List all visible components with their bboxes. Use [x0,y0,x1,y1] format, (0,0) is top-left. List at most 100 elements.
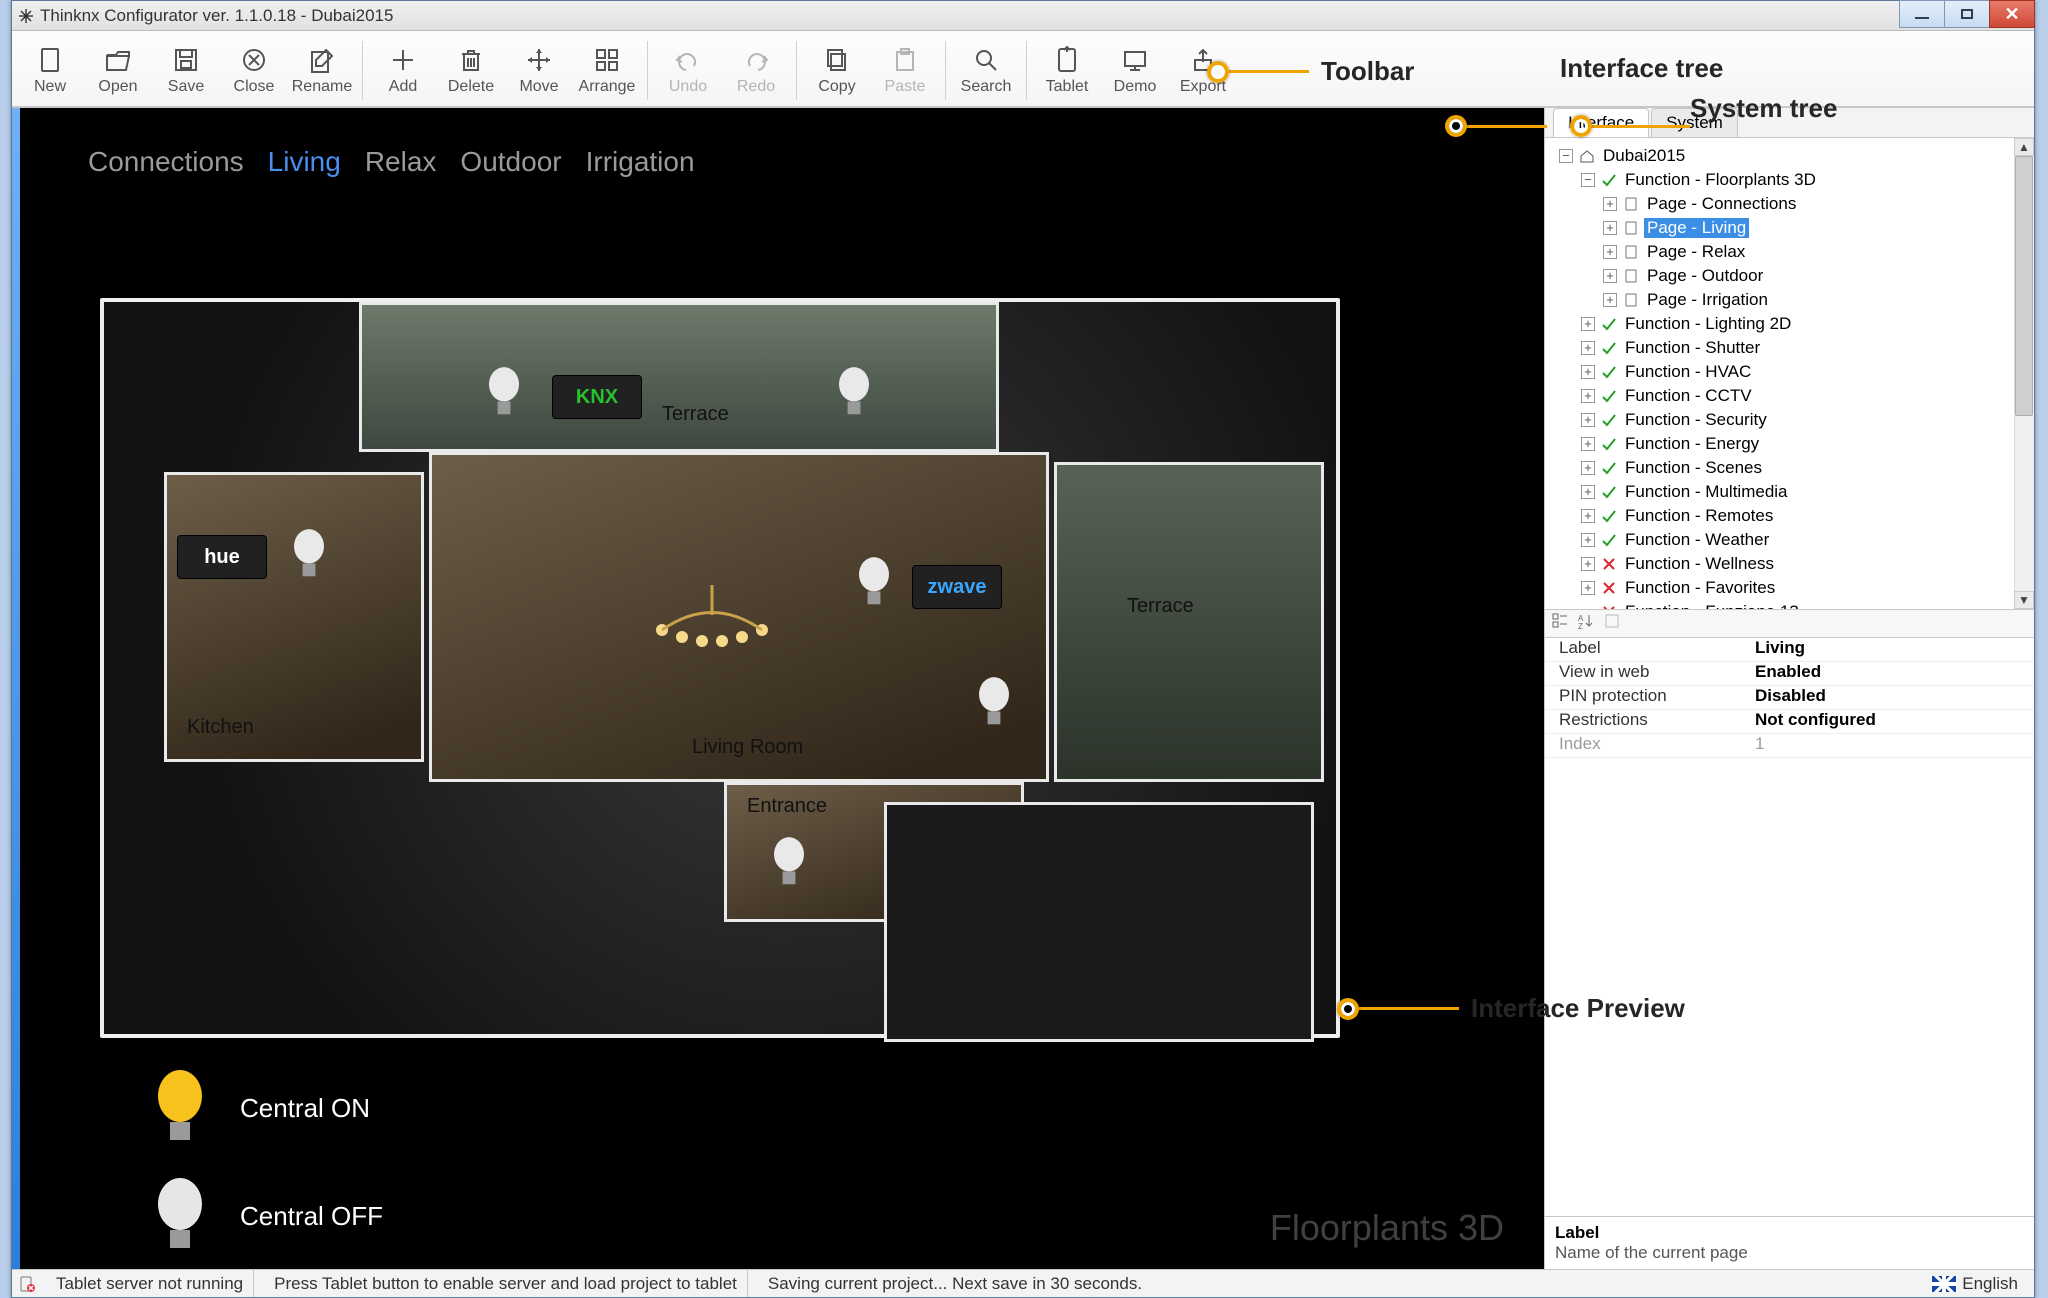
copy-button[interactable]: Copy [803,35,871,106]
add-button[interactable]: Add [369,35,437,106]
light-icon[interactable] [767,835,811,895]
tree-expander[interactable]: + [1581,341,1595,355]
close-button[interactable]: Close [220,35,288,106]
tree-function-lighting-2d[interactable]: +Function - Lighting 2D [1551,312,2034,336]
room-tab-living[interactable]: Living [268,146,341,178]
tree-function-remotes[interactable]: +Function - Remotes [1551,504,2034,528]
prop-row-restrictions[interactable]: RestrictionsNot configured [1545,710,2034,734]
badge-zwave[interactable]: zwave [912,565,1002,609]
light-icon[interactable] [482,365,526,425]
room-tab-connections[interactable]: Connections [88,146,244,178]
zone-living[interactable]: Living Room zwave [429,452,1049,782]
tree-expander[interactable]: + [1603,197,1617,211]
badge-hue[interactable]: hue [177,535,267,579]
scroll-thumb[interactable] [2015,156,2033,416]
light-icon[interactable] [972,675,1016,735]
tree-function-favorites[interactable]: +Function - Favorites [1551,576,2034,600]
tree-function-multimedia[interactable]: +Function - Multimedia [1551,480,2034,504]
demo-button[interactable]: Demo [1101,35,1169,106]
tree-expander[interactable] [1581,605,1595,610]
rename-button[interactable]: Rename [288,35,356,106]
zone-kitchen[interactable]: Kitchen hue [164,472,424,762]
zone-terrace-top[interactable]: Terrace KNX [359,302,999,452]
tree-page-irrigation[interactable]: +Page - Irrigation [1551,288,2034,312]
tree-function-funzione-13[interactable]: Function - Funzione 13 [1551,600,2034,610]
zone-lower[interactable] [884,802,1314,1042]
tree-expander[interactable]: + [1581,389,1595,403]
tree-expander[interactable]: + [1603,221,1617,235]
tree-expander[interactable]: + [1603,293,1617,307]
tree-page-connections[interactable]: +Page - Connections [1551,192,2034,216]
badge-knx[interactable]: KNX [552,375,642,419]
save-button[interactable]: Save [152,35,220,106]
tree-expander[interactable]: − [1581,173,1595,187]
categorize-icon[interactable] [1551,612,1569,635]
prop-value[interactable]: 1 [1755,734,2034,757]
tree-function-weather[interactable]: +Function - Weather [1551,528,2034,552]
new-button[interactable]: New [16,35,84,106]
light-icon[interactable] [852,555,896,615]
tree-function-energy[interactable]: +Function - Energy [1551,432,2034,456]
status-bar: Tablet server not running Press Tablet b… [12,1269,2034,1297]
tree-expander[interactable]: + [1603,245,1617,259]
tree-expander[interactable]: + [1581,485,1595,499]
prop-row-label[interactable]: LabelLiving [1545,638,2034,662]
prop-value[interactable]: Enabled [1755,662,2034,685]
zone-terrace-right[interactable]: Terrace [1054,462,1324,782]
room-tab-outdoor[interactable]: Outdoor [460,146,561,178]
tree-page-living[interactable]: +Page - Living [1551,216,2034,240]
prop-row-index[interactable]: Index1 [1545,734,2034,758]
open-button[interactable]: Open [84,35,152,106]
prop-value[interactable]: Living [1755,638,2034,661]
prop-row-view-in-web[interactable]: View in webEnabled [1545,662,2034,686]
tablet-button[interactable]: Tablet [1033,35,1101,106]
tree-expander[interactable]: + [1581,317,1595,331]
tree-expander[interactable]: + [1581,437,1595,451]
tree-function-shutter[interactable]: +Function - Shutter [1551,336,2034,360]
tree-function-floorplants[interactable]: −Function - Floorplants 3D [1551,168,2034,192]
tree-expander[interactable]: + [1581,413,1595,427]
tree-expander[interactable]: + [1581,461,1595,475]
left-dock-handle[interactable] [12,108,20,1269]
scroll-down-arrow[interactable]: ▼ [2014,591,2034,609]
delete-button[interactable]: Delete [437,35,505,106]
language-selector[interactable]: English [1922,1270,2028,1297]
tree-expander[interactable]: + [1581,557,1595,571]
prop-row-pin-protection[interactable]: PIN protectionDisabled [1545,686,2034,710]
move-button[interactable]: Move [505,35,573,106]
room-tab-irrigation[interactable]: Irrigation [586,146,695,178]
property-grid[interactable]: LabelLivingView in webEnabledPIN protect… [1545,638,2034,758]
tree-function-hvac[interactable]: +Function - HVAC [1551,360,2034,384]
arrange-button[interactable]: Arrange [573,35,641,106]
tree-expander[interactable]: − [1559,149,1573,163]
tree-expander[interactable]: + [1603,269,1617,283]
light-icon[interactable] [287,527,331,587]
window-maximize-button[interactable] [1944,0,1990,28]
tree-expander[interactable]: + [1581,533,1595,547]
tree-expander[interactable]: + [1581,581,1595,595]
central-off-control[interactable]: Central OFF [150,1176,383,1256]
tree-expander[interactable]: + [1581,509,1595,523]
tree-page-outdoor[interactable]: +Page - Outdoor [1551,264,2034,288]
tree-scrollbar[interactable]: ▲ ▼ [2014,138,2034,609]
tree-page-relax[interactable]: +Page - Relax [1551,240,2034,264]
prop-value[interactable]: Not configured [1755,710,2034,733]
tree-function-security[interactable]: +Function - Security [1551,408,2034,432]
tree-root[interactable]: −Dubai2015 [1551,144,2034,168]
room-tab-relax[interactable]: Relax [365,146,437,178]
tree-expander[interactable]: + [1581,365,1595,379]
tree-function-scenes[interactable]: +Function - Scenes [1551,456,2034,480]
central-on-control[interactable]: Central ON [150,1068,370,1148]
window-minimize-button[interactable] [1899,0,1945,28]
window-close-button[interactable]: ✕ [1989,0,2035,28]
light-icon[interactable] [832,365,876,425]
scroll-up-arrow[interactable]: ▲ [2014,138,2034,156]
prop-pages-icon[interactable] [1603,612,1621,635]
tree-function-wellness[interactable]: +Function - Wellness [1551,552,2034,576]
interface-tree[interactable]: ▲ ▼ −Dubai2015−Function - Floorplants 3D… [1545,138,2034,610]
prop-value[interactable]: Disabled [1755,686,2034,709]
search-button[interactable]: Search [952,35,1020,106]
tree-function-cctv[interactable]: +Function - CCTV [1551,384,2034,408]
sort-icon[interactable]: AZ [1577,612,1595,635]
window-title: Thinknx Configurator ver. 1.1.0.18 - Dub… [40,6,2028,26]
